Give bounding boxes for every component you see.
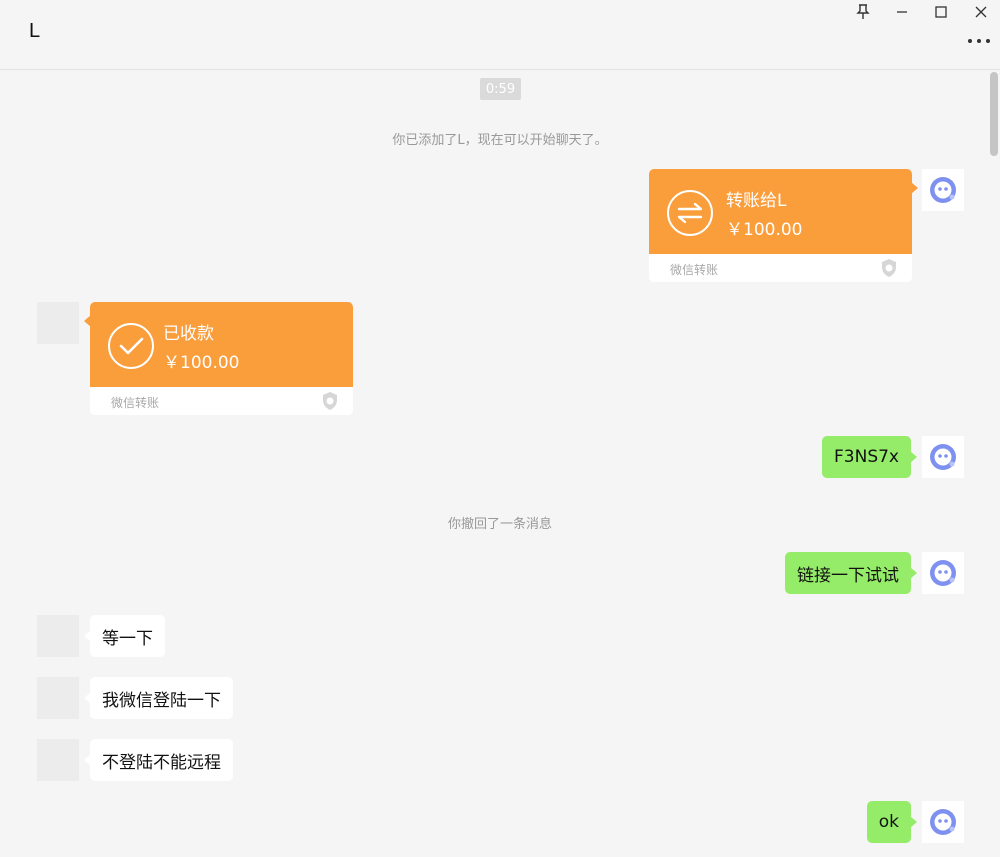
avatar-bot-icon [930,444,956,470]
shield-icon [882,259,896,277]
more-icon[interactable] [968,32,990,50]
shield-icon [323,392,337,410]
avatar[interactable] [922,552,964,594]
avatar[interactable] [37,739,79,781]
avatar[interactable] [922,801,964,843]
avatar[interactable] [922,169,964,211]
chat-title: L [29,20,41,42]
title-bar: L [0,0,1000,70]
message-bubble-sent[interactable]: F3NS7x [822,436,917,478]
message-bubble-sent[interactable]: 链接一下试试 [785,552,917,594]
transfer-sent-card[interactable]: 转账给L ￥100.00 微信转账 [649,169,918,282]
maximize-icon[interactable] [930,2,952,22]
minimize-icon[interactable] [891,2,913,22]
close-icon[interactable] [970,2,992,22]
transfer-sent-amount: ￥100.00 [726,220,803,240]
system-message-added: 你已添加了L，现在可以开始聊天了。 [392,133,608,148]
message-bubble-sent[interactable]: ok [866,801,918,843]
avatar[interactable] [37,677,79,719]
transfer-arrows-icon [667,190,713,236]
pin-icon[interactable] [852,2,874,22]
avatar[interactable] [37,302,79,344]
check-circle-icon [108,323,154,369]
transfer-sent-footer: 微信转账 [670,263,719,277]
avatar-bot-icon [930,560,956,586]
transfer-received-amount: ￥100.00 [163,353,240,373]
avatar-bot-icon [930,809,956,835]
message-bubble-received[interactable]: 等一下 [84,615,165,657]
transfer-received-title: 已收款 [163,324,214,344]
transfer-sent-title: 转账给L [726,191,787,211]
avatar[interactable] [922,436,964,478]
avatar-bot-icon [930,177,956,203]
transfer-received-footer: 微信转账 [111,396,160,410]
system-message-recalled: 你撤回了一条消息 [447,517,552,532]
message-bubble-received[interactable]: 我微信登陆一下 [84,677,233,719]
timestamp-badge: 0:59 [480,78,521,100]
avatar[interactable] [37,615,79,657]
transfer-received-card[interactable]: 已收款 ￥100.00 微信转账 [84,302,353,415]
message-bubble-received[interactable]: 不登陆不能远程 [84,739,233,781]
